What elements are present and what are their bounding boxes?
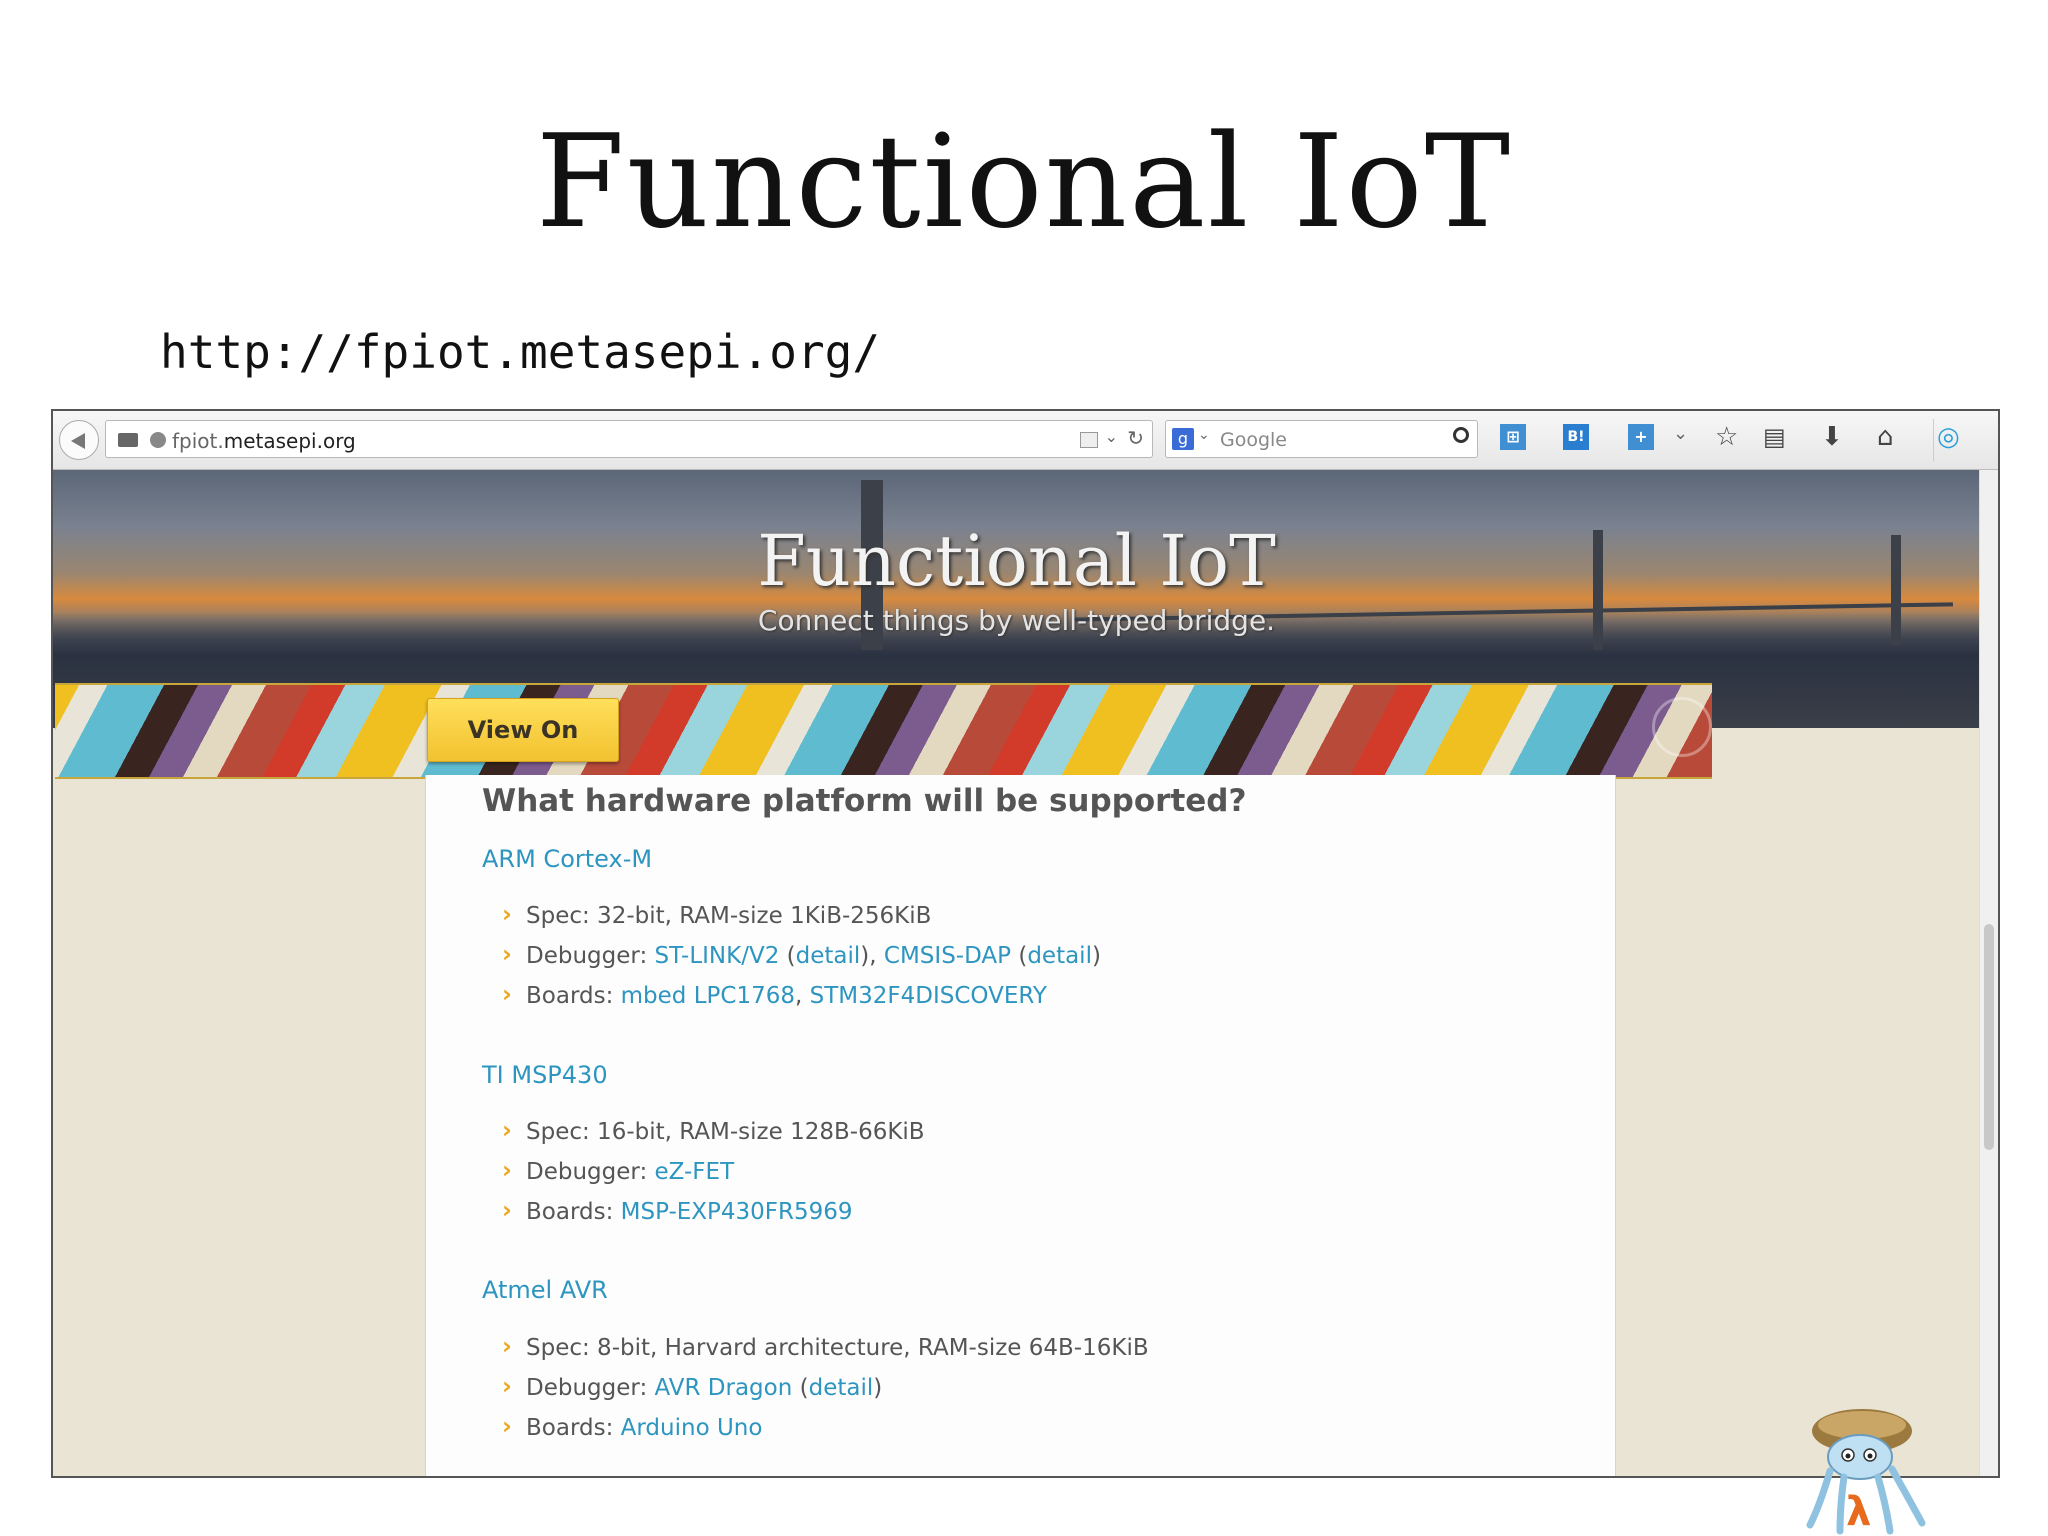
web-page: Functional IoT Connect things by well-ty… bbox=[53, 470, 1980, 1476]
link-msp-exp430fr5969[interactable]: MSP-EXP430FR5969 bbox=[621, 1199, 853, 1225]
boards-item: Boards: Arduino Uno bbox=[502, 1412, 763, 1441]
globe-icon[interactable] bbox=[150, 432, 166, 448]
github-octocat-icon[interactable] bbox=[1652, 697, 1712, 757]
boards-item: Boards: mbed LPC1768, STM32F4DISCOVERY bbox=[502, 980, 1047, 1009]
debugger-item: Debugger: AVR Dragon (detail) bbox=[502, 1372, 882, 1401]
spec-item: Spec: 8-bit, Harvard architecture, RAM-s… bbox=[502, 1332, 1149, 1361]
debugger-item: Debugger: ST-LINK/V2 (detail), CMSIS-DAP… bbox=[502, 940, 1101, 969]
chevron-down-icon[interactable]: ⌄ bbox=[1198, 427, 1210, 443]
platform-title-avr[interactable]: Atmel AVR bbox=[482, 1276, 608, 1304]
magnifier-icon[interactable] bbox=[1453, 427, 1469, 443]
link-avr-dragon[interactable]: AVR Dragon bbox=[655, 1375, 793, 1401]
chevron-down-icon[interactable]: ⌄ bbox=[1673, 423, 1688, 444]
url-bar[interactable]: fpiot.metasepi.org ⌄ ↻ bbox=[105, 420, 1153, 458]
url-domain: metasepi.org bbox=[223, 429, 356, 453]
debugger-item: Debugger: eZ-FET bbox=[502, 1156, 735, 1185]
hero-subtitle: Connect things by well-typed bridge. bbox=[757, 604, 1276, 637]
spec-item: Spec: 16-bit, RAM-size 128B-66KiB bbox=[502, 1116, 925, 1145]
chevron-down-icon[interactable]: ⌄ bbox=[1105, 427, 1118, 446]
vertical-scrollbar[interactable] bbox=[1979, 470, 1998, 1476]
link-detail[interactable]: detail bbox=[796, 943, 861, 969]
browser-toolbar: fpiot.metasepi.org ⌄ ↻ g ⌄ Google ⊞ B! +… bbox=[53, 411, 1998, 470]
star-icon[interactable]: ☆ bbox=[1715, 421, 1738, 453]
section-heading: What hardware platform will be supported… bbox=[482, 783, 1247, 819]
boards-item: Boards: MSP-EXP430FR5969 bbox=[502, 1196, 853, 1225]
hatena-bookmark-icon[interactable]: B! bbox=[1563, 424, 1589, 450]
download-icon[interactable]: ⬇ bbox=[1821, 421, 1843, 453]
hero-title: Functional IoT bbox=[757, 520, 1276, 602]
sync-icon[interactable]: ◎ bbox=[1937, 421, 1960, 453]
debugger-label: Debugger: bbox=[526, 943, 655, 969]
back-icon[interactable] bbox=[59, 420, 99, 460]
hatena-icon[interactable]: ⊞ bbox=[1500, 424, 1526, 450]
link-mbed-lpc1768[interactable]: mbed LPC1768 bbox=[621, 983, 795, 1009]
platform-title-msp430[interactable]: TI MSP430 bbox=[482, 1061, 608, 1089]
folder-icon[interactable] bbox=[118, 433, 138, 447]
link-detail[interactable]: detail bbox=[1027, 943, 1092, 969]
github-ribbon: View On GitHub bbox=[55, 683, 1712, 806]
view-on-github-button[interactable]: View On GitHub bbox=[427, 698, 619, 806]
platform-title-arm[interactable]: ARM Cortex-M bbox=[482, 845, 652, 873]
toolbar-divider bbox=[1933, 419, 1934, 461]
reload-icon[interactable]: ↻ bbox=[1127, 426, 1144, 450]
home-icon[interactable]: ⌂ bbox=[1877, 421, 1894, 453]
browser-window: fpiot.metasepi.org ⌄ ↻ g ⌄ Google ⊞ B! +… bbox=[51, 409, 2000, 1478]
spec-item: Spec: 32-bit, RAM-size 1KiB-256KiB bbox=[502, 900, 931, 929]
url-prefix: fpiot. bbox=[172, 429, 224, 453]
link-cmsis-dap[interactable]: CMSIS-DAP bbox=[884, 943, 1011, 969]
link-ez-fet[interactable]: eZ-FET bbox=[655, 1159, 735, 1185]
link-arduino-uno[interactable]: Arduino Uno bbox=[621, 1415, 763, 1441]
link-stm32f4discovery[interactable]: STM32F4DISCOVERY bbox=[810, 983, 1047, 1009]
link-detail[interactable]: detail bbox=[809, 1375, 874, 1401]
bookmark-add-icon[interactable]: + bbox=[1628, 424, 1654, 450]
svg-text:λ: λ bbox=[1846, 1489, 1871, 1535]
boards-label: Boards: bbox=[526, 1199, 621, 1225]
boards-label: Boards: bbox=[526, 983, 621, 1009]
clipboard-icon[interactable]: ▤ bbox=[1763, 421, 1786, 453]
debugger-label: Debugger: bbox=[526, 1159, 655, 1185]
scroll-thumb[interactable] bbox=[1984, 924, 1994, 1150]
boards-label: Boards: bbox=[526, 1415, 621, 1441]
search-input[interactable]: Google bbox=[1220, 429, 1287, 451]
reader-icon[interactable] bbox=[1080, 432, 1098, 448]
link-st-link[interactable]: ST-LINK/V2 bbox=[655, 943, 780, 969]
url-text[interactable]: fpiot.metasepi.org bbox=[172, 429, 356, 453]
search-engine-icon[interactable]: g bbox=[1172, 428, 1194, 450]
slide-title: Functional IoT bbox=[535, 108, 1513, 257]
mascot-illustration: λ bbox=[1806, 1409, 1926, 1535]
debugger-label: Debugger: bbox=[526, 1375, 655, 1401]
main-content: What hardware platform will be supported… bbox=[425, 775, 1616, 1476]
search-bar[interactable]: g ⌄ Google bbox=[1165, 420, 1478, 458]
slide-url: http://fpiot.metasepi.org/ bbox=[160, 325, 881, 379]
